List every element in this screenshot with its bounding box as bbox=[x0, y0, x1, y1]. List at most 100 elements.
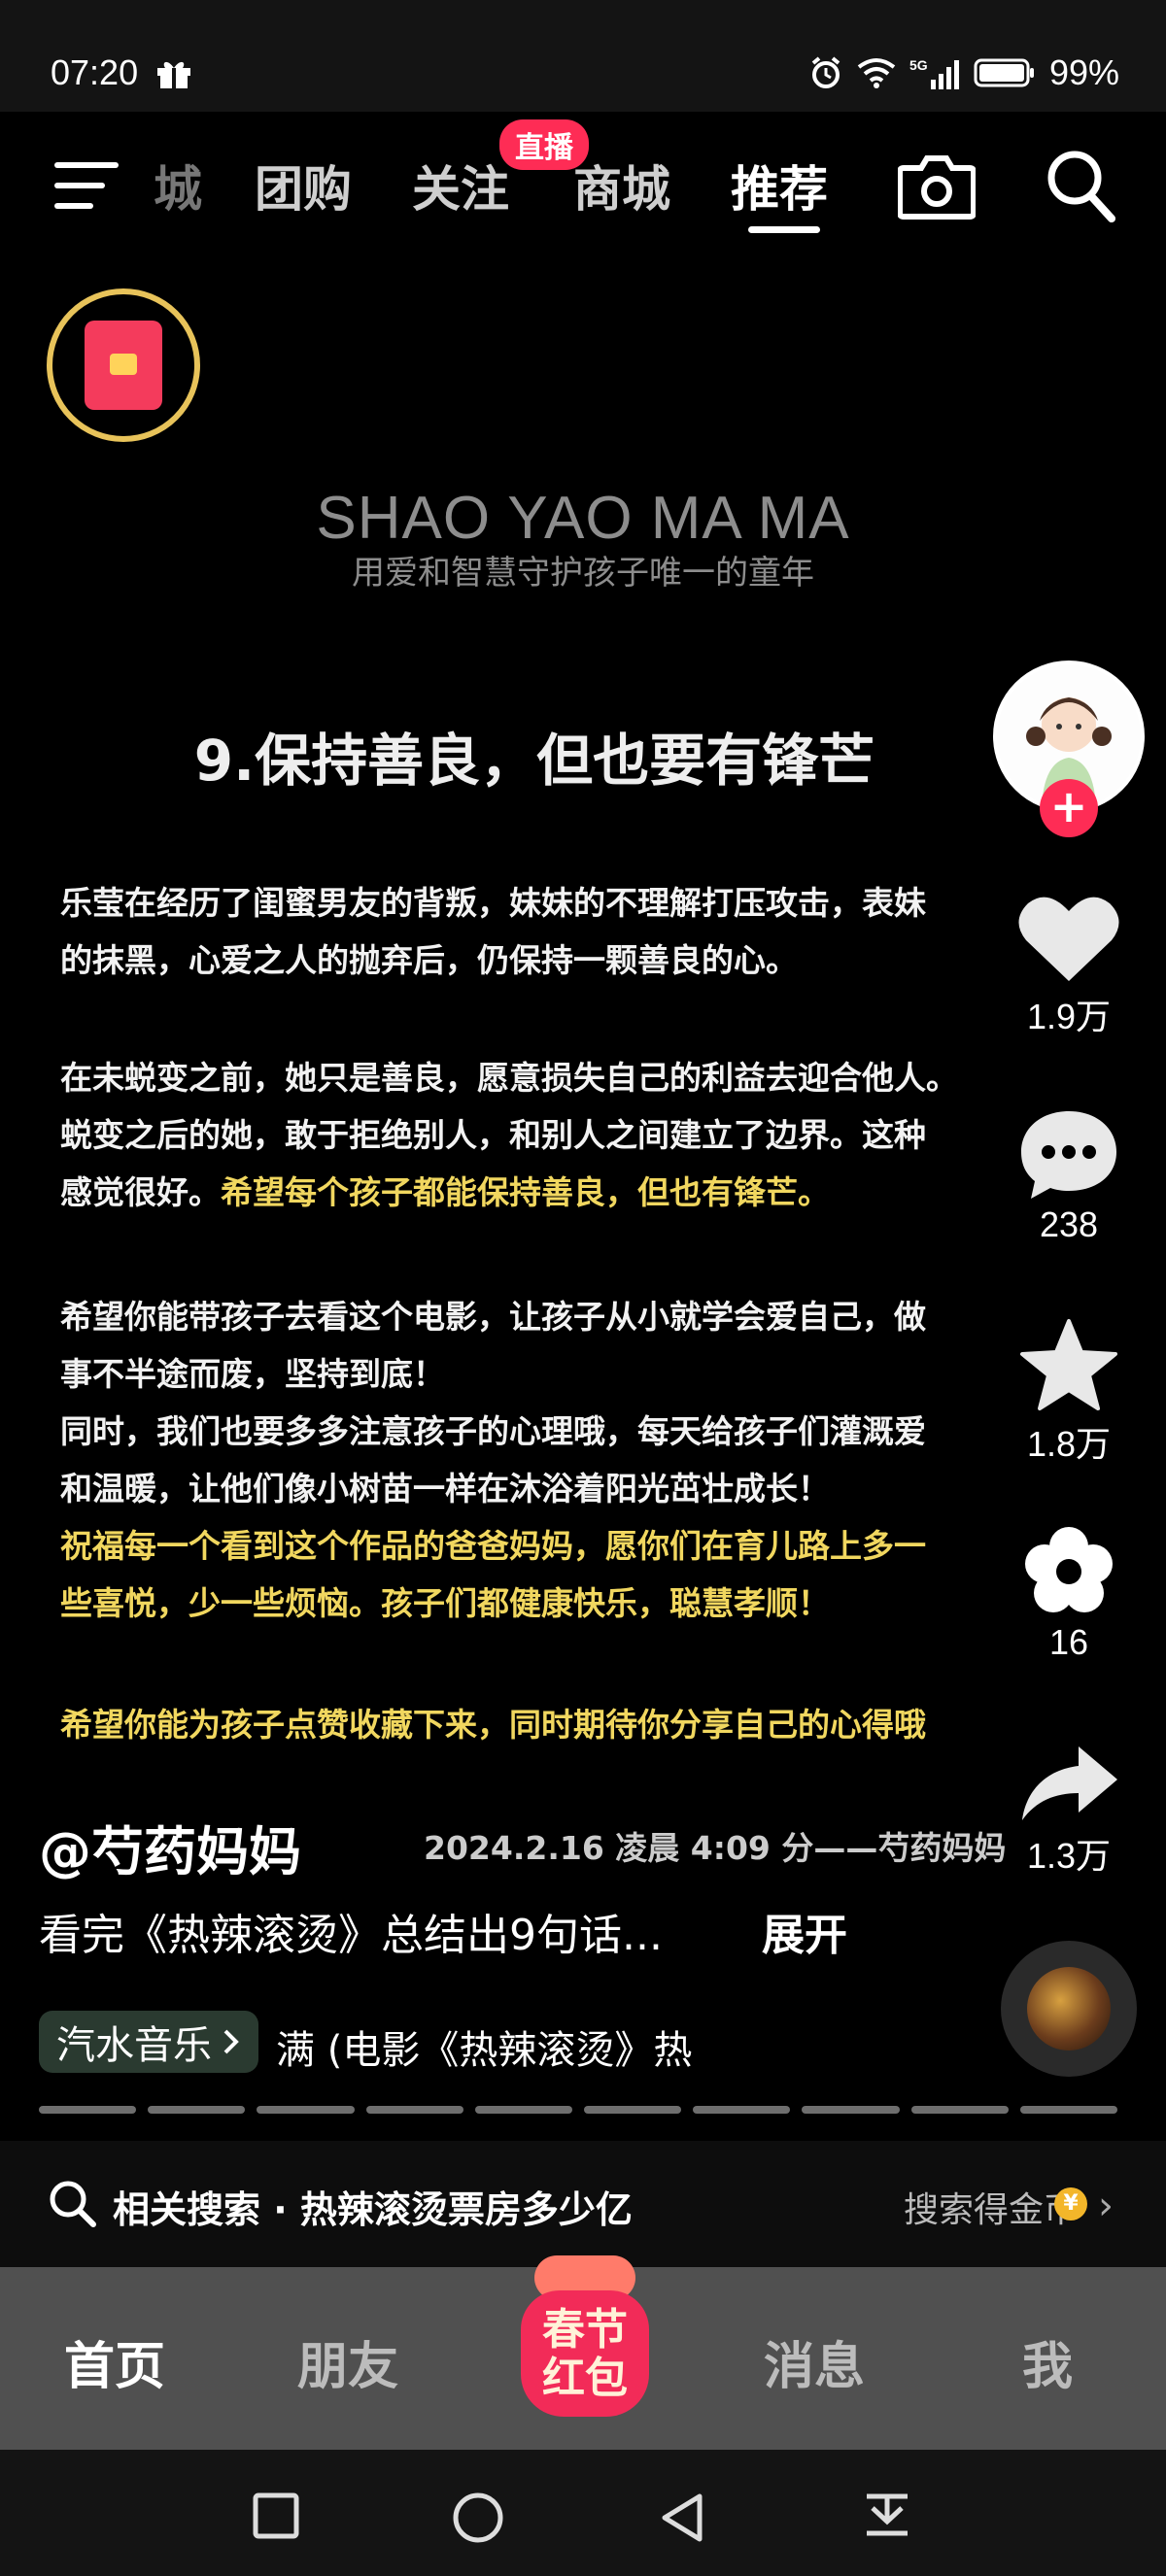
share-count: 1.3万 bbox=[1026, 1836, 1112, 1876]
active-tab-indicator bbox=[748, 226, 820, 233]
camera-icon[interactable] bbox=[898, 151, 976, 220]
comment-button[interactable]: 238 bbox=[1001, 1107, 1137, 1245]
tab-me[interactable]: 我 bbox=[1022, 2325, 1073, 2398]
status-right: 5G 99% bbox=[808, 52, 1119, 93]
progress-segment bbox=[584, 2106, 682, 2114]
recommend-count: 16 bbox=[1048, 1622, 1089, 1662]
tab-recommend[interactable]: 推荐 bbox=[731, 151, 828, 220]
brand-subtitle: 用爱和智慧守护孩子唯一的童年 bbox=[352, 554, 814, 593]
tab-friends[interactable]: 朋友 bbox=[297, 2325, 398, 2398]
home-circle-icon[interactable] bbox=[451, 2491, 505, 2545]
progress-segment bbox=[365, 2106, 463, 2114]
top-nav: 城 团购 关注 直播 商城 推荐 bbox=[0, 112, 1166, 257]
gift-icon bbox=[157, 61, 190, 88]
flower-icon bbox=[1025, 1527, 1113, 1612]
menu-icon[interactable] bbox=[54, 158, 119, 213]
tab-home[interactable]: 首页 bbox=[64, 2325, 165, 2398]
star-icon bbox=[1020, 1319, 1117, 1410]
text-line: 希望你能为孩子点赞收藏下来，同时期待你分享自己的心得哦 bbox=[60, 1706, 926, 1744]
paragraph-2: 在未蜕变之前，她只是善良，愿意损失自己的利益去迎合他人。 蜕变之后的她，敢于拒绝… bbox=[60, 1049, 1032, 1221]
text-line: 感觉很好。希望每个孩子都能保持善良，但也有锋芒。 bbox=[60, 1164, 1032, 1221]
follow-button[interactable]: + bbox=[1040, 779, 1098, 837]
post-stamp: 2024.2.16 凌晨 4:09 分——芍药妈妈 bbox=[424, 1829, 1007, 1867]
battery-percent: 99% bbox=[1048, 52, 1119, 92]
search-icon[interactable] bbox=[1046, 149, 1115, 222]
wifi-icon bbox=[857, 58, 896, 88]
share-button[interactable]: 1.3万 bbox=[1001, 1743, 1137, 1879]
comment-count: 238 bbox=[1039, 1204, 1099, 1244]
text-line: 和温暖，让他们像小树苗一样在沐浴着阳光茁壮成长！ bbox=[60, 1470, 830, 1508]
alarm-icon bbox=[811, 56, 840, 88]
share-arrow-icon bbox=[1022, 1746, 1117, 1820]
music-disc-button[interactable] bbox=[1001, 1941, 1137, 2077]
paragraph-1: 乐莹在经历了闺蜜男友的背叛，妹妹的不理解打压攻击，表妹 的抹黑，心爱之人的抛弃后… bbox=[60, 874, 1022, 989]
progress-segment bbox=[910, 2106, 1009, 2114]
progress-segment bbox=[39, 2106, 137, 2114]
status-bar: 07:20 5G 99% bbox=[0, 0, 1166, 112]
text-line: 的抹黑，心爱之人的抛弃后，仍保持一颗善良的心。 bbox=[60, 941, 798, 979]
paragraph-3: 希望你能带孩子去看这个电影，让孩子从小就学会爱自己，做 事不半途而废，坚持到底！… bbox=[60, 1288, 1022, 1632]
spring-label: 春节 红包 bbox=[497, 2306, 672, 2403]
highlight-text: 希望每个孩子都能保持善良，但也有锋芒。 bbox=[221, 1173, 830, 1211]
tab-mall-partial[interactable]: 城 bbox=[154, 151, 202, 220]
search-icon bbox=[50, 2181, 96, 2227]
progress-segment bbox=[1019, 2106, 1118, 2114]
text-line: 事不半途而废，坚持到底！ bbox=[60, 1355, 445, 1393]
search-reward-text: 搜索得金币 bbox=[903, 2190, 1079, 2230]
text-line: 蜕变之后的她，敢于拒绝别人，和别人之间建立了边界。这种 bbox=[60, 1116, 926, 1154]
text-line: 希望你能带孩子去看这个电影，让孩子从小就学会爱自己，做 bbox=[60, 1298, 926, 1336]
progress-segment bbox=[148, 2106, 246, 2114]
cell-signal-icon: 5G bbox=[909, 57, 959, 89]
favorite-count: 1.8万 bbox=[1026, 1424, 1112, 1464]
recents-icon[interactable] bbox=[251, 2491, 301, 2541]
music-cover-icon bbox=[1027, 1967, 1111, 2051]
brand-title: SHAO YAO MA MA bbox=[316, 485, 850, 552]
battery-icon bbox=[974, 58, 1034, 87]
svg-text:5G: 5G bbox=[909, 57, 928, 73]
chevron-right-icon bbox=[223, 2029, 239, 2054]
heart-icon bbox=[1018, 897, 1119, 981]
favorite-button[interactable]: 1.8万 bbox=[1001, 1317, 1137, 1467]
paragraph-4: 希望你能为孩子点赞收藏下来，同时期待你分享自己的心得哦 bbox=[60, 1696, 1022, 1753]
spring-label-line: 春节 bbox=[542, 2305, 628, 2355]
tab-group-buy[interactable]: 团购 bbox=[255, 151, 352, 220]
like-count: 1.9万 bbox=[1026, 997, 1112, 1036]
post-headline: 9.保持善良，但也要有锋芒 bbox=[193, 728, 875, 794]
tab-messages[interactable]: 消息 bbox=[764, 2325, 865, 2398]
music-app-label: 汽水音乐 bbox=[56, 2023, 212, 2068]
music-app-chip[interactable]: 汽水音乐 bbox=[39, 2011, 258, 2073]
spring-red-packet-button[interactable]: 春节 红包 bbox=[497, 2255, 672, 2421]
bottom-tab-bar: 首页 朋友 春节 红包 消息 我 bbox=[0, 2255, 1166, 2450]
comment-icon bbox=[1021, 1111, 1116, 1199]
red-packet-button[interactable] bbox=[47, 288, 200, 442]
music-title[interactable]: 满 (电影《热辣滚烫》热 bbox=[276, 2018, 733, 2075]
like-button[interactable]: 1.9万 bbox=[1001, 892, 1137, 1039]
progress-segment bbox=[474, 2106, 573, 2114]
text-line: 同时，我们也要多多注意孩子的心理哦，每天给孩子们灌溉爱 bbox=[60, 1412, 926, 1450]
tab-following[interactable]: 关注 bbox=[412, 151, 509, 220]
progress-segment bbox=[257, 2106, 355, 2114]
text-line: 些喜悦，少一些烦恼。孩子们都健康快乐，聪慧孝顺！ bbox=[60, 1584, 830, 1622]
tab-shop[interactable]: 商城 bbox=[573, 151, 670, 220]
text-line: 乐莹在经历了闺蜜男友的背叛，妹妹的不理解打压攻击，表妹 bbox=[60, 884, 926, 922]
progress-segment bbox=[802, 2106, 900, 2114]
text-line: 在未蜕变之前，她只是善良，愿意损失自己的利益去迎合他人。 bbox=[60, 1059, 958, 1097]
text-line: 祝福每一个看到这个作品的爸爸妈妈，愿你们在育儿路上多一 bbox=[60, 1527, 926, 1565]
status-time: 07:20 bbox=[51, 52, 139, 92]
red-envelope-icon bbox=[85, 321, 162, 410]
text-segment: 感觉很好。 bbox=[60, 1173, 221, 1211]
back-icon[interactable] bbox=[657, 2491, 707, 2545]
coin-icon: ¥ bbox=[1054, 2187, 1087, 2220]
pull-down-icon[interactable] bbox=[863, 2491, 911, 2545]
progress-segment bbox=[693, 2106, 791, 2114]
chevron-right-icon: › bbox=[1098, 2184, 1114, 2228]
author-name[interactable]: @芍药妈妈 bbox=[39, 1809, 301, 1885]
spring-label-line: 红包 bbox=[542, 2354, 628, 2403]
related-search-text: 相关搜索 · 热辣滚烫票房多少亿 bbox=[113, 2188, 633, 2231]
recommend-button[interactable]: 16 bbox=[1001, 1525, 1137, 1663]
related-search-bar[interactable]: 相关搜索 · 热辣滚烫票房多少亿 搜索得金币 ¥ › bbox=[0, 2141, 1166, 2267]
post-caption: 看完《热辣滚烫》总结出9句话... bbox=[39, 1911, 663, 1960]
system-nav-bar bbox=[0, 2450, 1166, 2576]
expand-button[interactable]: 展开 bbox=[762, 1900, 847, 1962]
slide-progress bbox=[39, 2106, 1118, 2114]
